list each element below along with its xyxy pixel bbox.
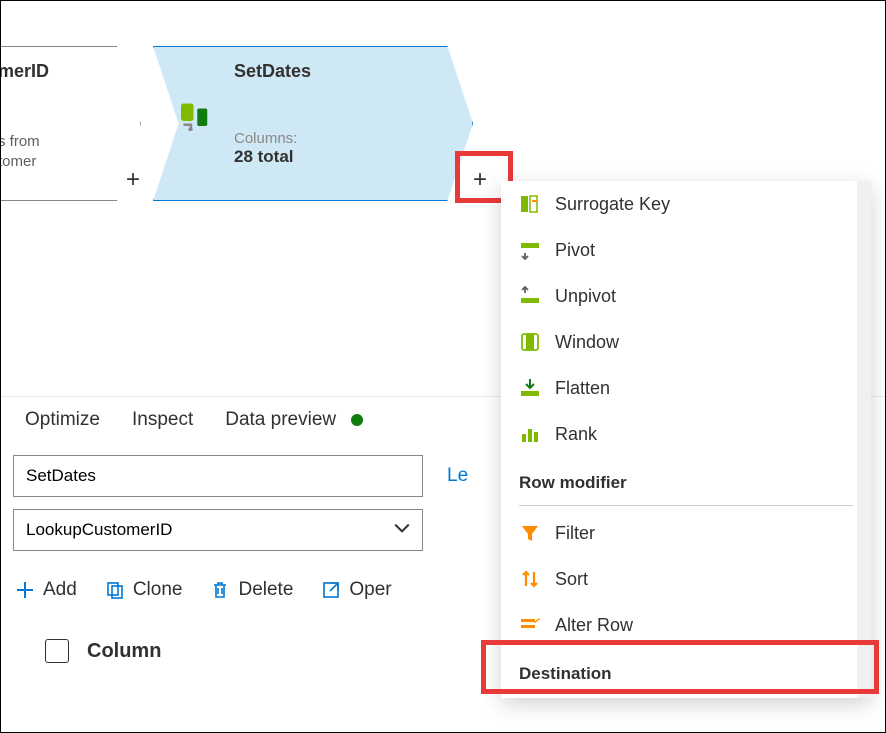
preview-status-icon — [351, 414, 363, 426]
menu-section-row-modifier: Row modifier — [501, 457, 871, 501]
clone-button[interactable]: Clone — [105, 579, 183, 601]
open-expression-button[interactable]: Oper — [321, 579, 391, 601]
column-header-label: Column — [87, 640, 161, 663]
menu-item-rank[interactable]: Rank — [501, 411, 871, 457]
menu-item-label: Window — [555, 332, 619, 353]
stream-name-input[interactable] — [13, 455, 423, 497]
menu-item-label: Sort — [555, 569, 588, 590]
add-transformation-menu: Surrogate Key Pivot Unpivot Window Flatten Ra… — [501, 181, 871, 698]
add-step-button-left[interactable]: + — [126, 166, 140, 194]
add-step-button-right[interactable]: + — [473, 166, 487, 194]
tab-data-preview[interactable]: Data preview — [225, 409, 363, 431]
filter-icon — [519, 522, 541, 544]
tab-inspect[interactable]: Inspect — [132, 409, 193, 431]
node-desc: s from tomer — [1, 132, 108, 171]
pivot-icon — [519, 239, 541, 261]
columns-label: Columns: — [234, 130, 432, 147]
menu-item-label: Pivot — [555, 240, 595, 261]
rank-icon — [519, 423, 541, 445]
menu-item-sort[interactable]: Sort — [501, 556, 871, 602]
menu-item-label: Filter — [555, 523, 595, 544]
menu-item-pivot[interactable]: Pivot — [501, 227, 871, 273]
menu-item-filter[interactable]: Filter — [501, 510, 871, 556]
menu-item-unpivot[interactable]: Unpivot — [501, 273, 871, 319]
delete-button[interactable]: Delete — [210, 579, 293, 601]
clone-icon — [105, 580, 125, 600]
node-title: SetDates — [234, 61, 432, 82]
columns-value: 28 total — [234, 147, 432, 167]
derived-column-icon — [181, 96, 211, 130]
menu-section-destination: Destination — [501, 648, 871, 692]
unpivot-icon — [519, 285, 541, 307]
node-lookup-customer-id[interactable]: merID s from tomer — [1, 46, 141, 201]
window-icon — [519, 331, 541, 353]
plus-icon — [15, 580, 35, 600]
alter-icon — [519, 614, 541, 636]
menu-item-label: Alter Row — [555, 615, 633, 636]
incoming-stream-select[interactable] — [13, 509, 423, 551]
surrogate-icon — [519, 193, 541, 215]
divider — [519, 505, 853, 506]
menu-item-label: Surrogate Key — [555, 194, 670, 215]
tab-optimize[interactable]: Optimize — [25, 409, 100, 431]
select-all-checkbox[interactable] — [45, 639, 69, 663]
menu-item-flatten[interactable]: Flatten — [501, 365, 871, 411]
menu-scrollbar[interactable] — [857, 181, 871, 698]
trash-icon — [210, 580, 230, 600]
add-button[interactable]: Add — [15, 579, 77, 601]
open-external-icon — [321, 580, 341, 600]
sort-icon — [519, 568, 541, 590]
menu-item-surrogate-key[interactable]: Surrogate Key — [501, 181, 871, 227]
menu-item-label: Unpivot — [555, 286, 616, 307]
menu-item-alter-row[interactable]: Alter Row — [501, 602, 871, 648]
learn-more-link[interactable]: Le — [447, 465, 468, 487]
flatten-icon — [519, 377, 541, 399]
menu-item-label: Rank — [555, 424, 597, 445]
menu-item-window[interactable]: Window — [501, 319, 871, 365]
node-title: merID — [1, 61, 108, 82]
menu-item-label: Flatten — [555, 378, 610, 399]
